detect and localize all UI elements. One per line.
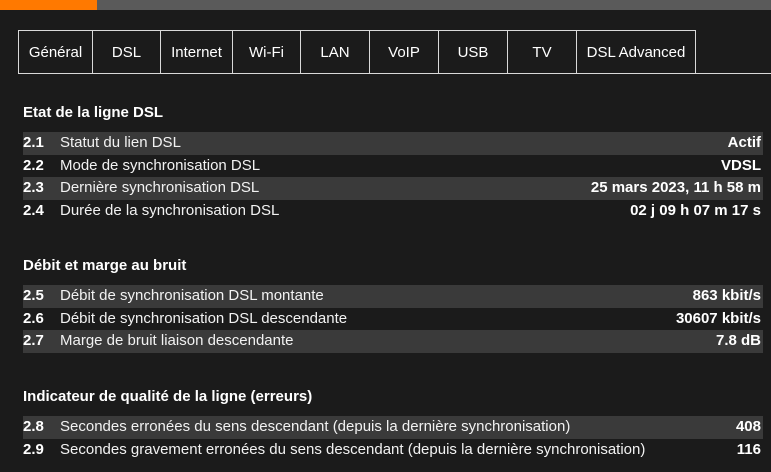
table-row: 2.8 Secondes erronées du sens descendant… [23, 416, 763, 439]
table-row: 2.6 Débit de synchronisation DSL descend… [23, 308, 763, 331]
brand-accent-bar [0, 0, 97, 10]
row-label: Durée de la synchronisation DSL [60, 201, 280, 219]
tab-bar: Général DSL Internet Wi-Fi LAN VoIP USB … [18, 30, 696, 74]
section-title: Débit et marge au bruit [23, 257, 187, 274]
row-value: 7.8 dB [715, 332, 761, 349]
section-rate-noise-rows: 2.5 Débit de synchronisation DSL montant… [23, 285, 763, 353]
row-label: Mode de synchronisation DSL [60, 156, 261, 174]
row-number: 2.7 [23, 332, 44, 349]
row-value: 116 [736, 440, 761, 458]
section-title: Etat de la ligne DSL [23, 104, 164, 121]
section-line-status: Etat de la ligne DSL [23, 104, 763, 122]
row-label: Dernière synchronisation DSL [60, 179, 260, 196]
tab-divider [18, 73, 771, 74]
row-value: VDSL [720, 156, 761, 174]
row-value: 30607 kbit/s [675, 309, 761, 327]
tab-tv[interactable]: TV [508, 30, 577, 74]
row-label: Marge de bruit liaison descendante [60, 332, 294, 349]
row-number: 2.4 [23, 201, 44, 219]
row-number: 2.1 [23, 134, 44, 151]
row-value: Actif [727, 134, 761, 151]
table-row: 2.5 Débit de synchronisation DSL montant… [23, 285, 763, 308]
row-value: 863 kbit/s [692, 287, 761, 304]
tab-internet[interactable]: Internet [161, 30, 233, 74]
section-line-status-rows: 2.1 Statut du lien DSL Actif 2.2 Mode de… [23, 132, 763, 222]
row-number: 2.6 [23, 309, 44, 327]
table-row: 2.7 Marge de bruit liaison descendante 7… [23, 330, 763, 353]
row-value: 02 j 09 h 07 m 17 s [630, 201, 761, 219]
row-label: Débit de synchronisation DSL descendante [60, 309, 348, 327]
section-rate-noise: Débit et marge au bruit [23, 257, 763, 275]
table-row: 2.3 Dernière synchronisation DSL 25 mars… [23, 177, 763, 200]
table-row: 2.4 Durée de la synchronisation DSL 02 j… [23, 200, 763, 223]
row-label: Secondes gravement erronées du sens desc… [60, 440, 646, 458]
row-number: 2.2 [23, 156, 44, 174]
row-value: 408 [735, 418, 761, 435]
section-line-quality-rows: 2.8 Secondes erronées du sens descendant… [23, 416, 763, 461]
section-line-quality: Indicateur de qualité de la ligne (erreu… [23, 388, 763, 406]
row-number: 2.8 [23, 418, 44, 435]
row-label: Secondes erronées du sens descendant (de… [60, 418, 571, 435]
tab-lan[interactable]: LAN [301, 30, 370, 74]
tab-wifi[interactable]: Wi-Fi [233, 30, 301, 74]
section-title: Indicateur de qualité de la ligne (erreu… [23, 388, 313, 405]
top-bar [0, 0, 771, 10]
table-row: 2.2 Mode de synchronisation DSL VDSL [23, 155, 763, 178]
row-number: 2.3 [23, 179, 44, 196]
tab-dsl-advanced[interactable]: DSL Advanced [577, 30, 696, 74]
row-label: Statut du lien DSL [60, 134, 181, 151]
row-value: 25 mars 2023, 11 h 58 m [590, 179, 761, 196]
tab-voip[interactable]: VoIP [370, 30, 439, 74]
row-number: 2.5 [23, 287, 44, 304]
table-row: 2.9 Secondes gravement erronées du sens … [23, 439, 763, 462]
row-number: 2.9 [23, 440, 44, 458]
table-row: 2.1 Statut du lien DSL Actif [23, 132, 763, 155]
tab-dsl[interactable]: DSL [93, 30, 161, 74]
tab-usb[interactable]: USB [439, 30, 508, 74]
tab-general[interactable]: Général [18, 30, 93, 74]
row-label: Débit de synchronisation DSL montante [60, 287, 324, 304]
